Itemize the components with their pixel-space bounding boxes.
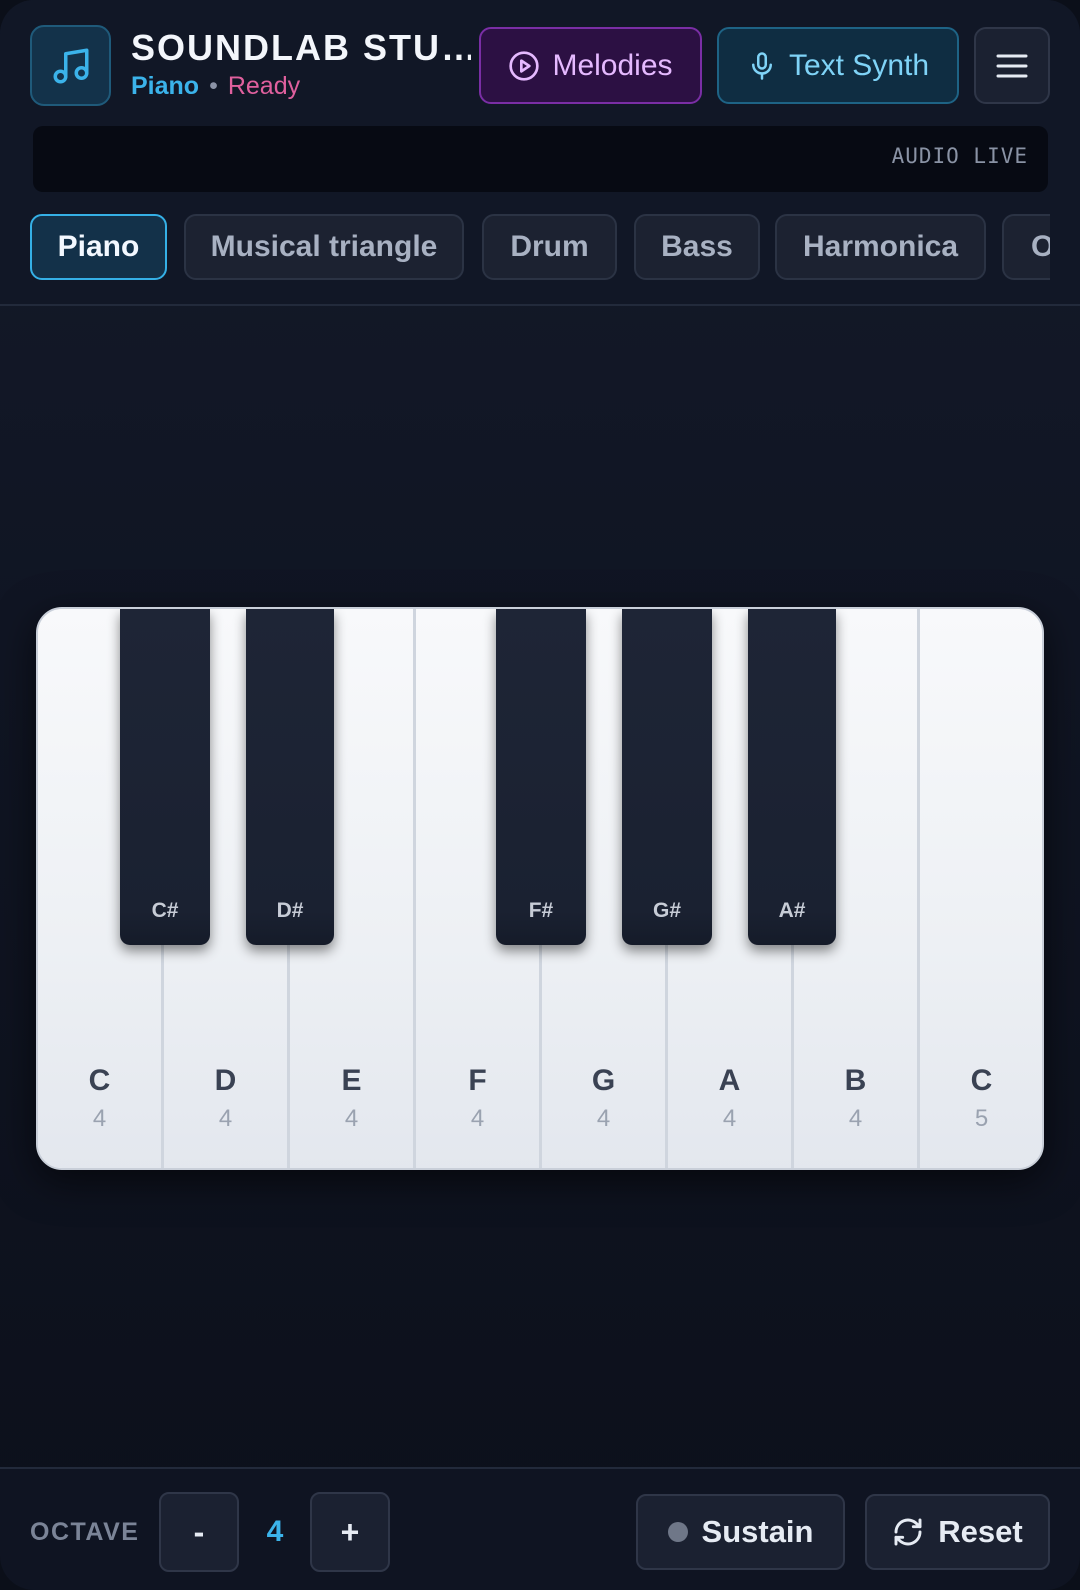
- key-note: A: [718, 1064, 741, 1097]
- black-key[interactable]: D#: [246, 609, 334, 945]
- melodies-label: Melodies: [552, 48, 673, 82]
- key-note: F: [468, 1064, 487, 1097]
- key-note: C: [88, 1064, 111, 1097]
- sustain-label: Sustain: [701, 1514, 814, 1549]
- audio-live-label: AUDIO LIVE: [891, 144, 1028, 168]
- white-key[interactable]: C 5: [920, 609, 1042, 1168]
- piano-keyboard: C 4 D 4 E 4 F 4 G 4 A 4 B 4 C 5 C# D# F#…: [36, 607, 1044, 1170]
- header: SOUNDLAB STU… Piano • Ready Melodies Text …: [0, 0, 1080, 306]
- play-circle-icon: [509, 50, 540, 81]
- separator-dot: •: [209, 72, 218, 100]
- tab-musical-triangle[interactable]: Musical triangle: [184, 214, 464, 280]
- key-octave: 4: [722, 1105, 737, 1132]
- sustain-indicator: [667, 1522, 688, 1542]
- instrument-tabs: Piano Musical triangle Drum Bass Harmoni…: [30, 214, 1050, 280]
- black-key[interactable]: F#: [496, 609, 586, 945]
- octave-down-button[interactable]: -: [159, 1492, 239, 1572]
- key-note: D#: [276, 899, 304, 922]
- key-note: G#: [652, 899, 681, 922]
- tab-piano[interactable]: Piano: [30, 214, 167, 280]
- microphone-icon: [751, 51, 772, 80]
- key-note: B: [844, 1064, 867, 1097]
- tab-overflow[interactable]: O: [1002, 214, 1050, 280]
- status-text: Ready: [227, 72, 301, 100]
- app-title: SOUNDLAB STU…: [131, 27, 471, 68]
- refresh-icon: [894, 1518, 922, 1546]
- audio-visualizer: AUDIO LIVE: [33, 126, 1048, 192]
- key-octave: 4: [92, 1105, 107, 1132]
- key-note: A#: [778, 899, 806, 922]
- key-note: D: [214, 1064, 237, 1097]
- black-key[interactable]: C#: [120, 609, 210, 945]
- key-octave: 5: [974, 1105, 989, 1132]
- reset-label: Reset: [938, 1514, 1023, 1549]
- current-instrument: Piano: [131, 72, 200, 100]
- key-octave: 4: [596, 1105, 611, 1132]
- black-key[interactable]: A#: [748, 609, 836, 945]
- text-synth-label: Text Synth: [788, 48, 930, 82]
- status-line: Piano • Ready: [131, 72, 300, 101]
- melodies-button[interactable]: Melodies: [479, 27, 702, 104]
- menu-button[interactable]: [974, 27, 1050, 104]
- black-key[interactable]: G#: [622, 609, 712, 945]
- key-note: G: [591, 1064, 616, 1097]
- key-octave: 4: [848, 1105, 863, 1132]
- key-note: F#: [528, 899, 554, 922]
- logo-button[interactable]: [30, 25, 111, 106]
- key-octave: 4: [344, 1105, 359, 1132]
- app-window: SOUNDLAB STU… Piano • Ready Melodies Text …: [0, 0, 1080, 1590]
- sustain-toggle[interactable]: Sustain: [636, 1494, 845, 1570]
- octave-label: OCTAVE: [30, 1518, 140, 1546]
- octave-value: 4: [266, 1515, 284, 1548]
- key-note: C#: [151, 899, 179, 922]
- music-note-icon: [53, 48, 88, 83]
- reset-button[interactable]: Reset: [865, 1494, 1050, 1570]
- text-synth-button[interactable]: Text Synth: [717, 27, 959, 104]
- tab-bass[interactable]: Bass: [634, 214, 760, 280]
- key-octave: 4: [218, 1105, 233, 1132]
- tab-drum[interactable]: Drum: [482, 214, 617, 280]
- key-note: E: [341, 1064, 362, 1097]
- footer-controls: OCTAVE - 4 + Sustain Reset: [0, 1467, 1080, 1590]
- key-octave: 4: [470, 1105, 485, 1132]
- octave-up-button[interactable]: +: [310, 1492, 390, 1572]
- key-note: C: [970, 1064, 993, 1097]
- tab-harmonica[interactable]: Harmonica: [775, 214, 986, 280]
- hamburger-menu-icon: [996, 54, 1028, 77]
